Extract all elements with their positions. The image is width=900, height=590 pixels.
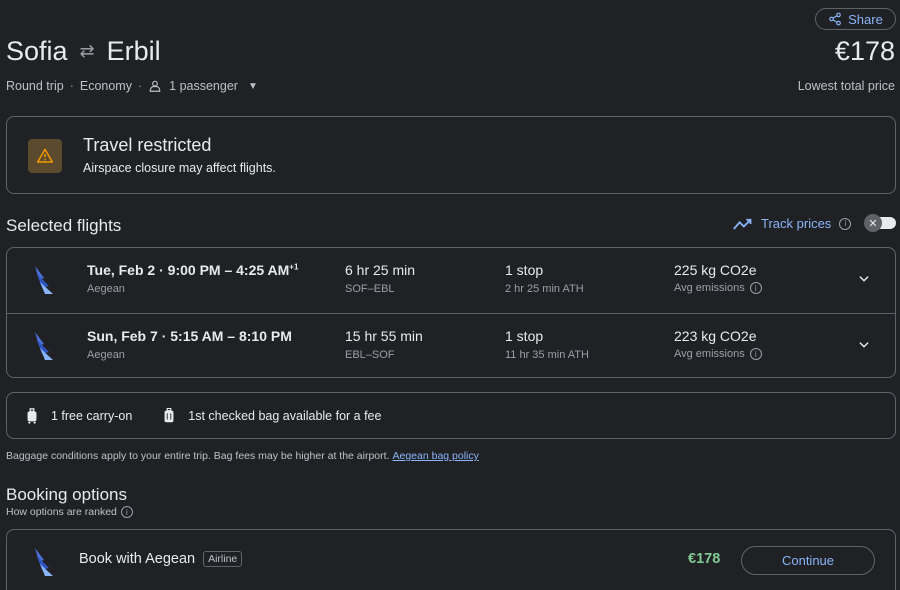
info-icon: i	[120, 506, 133, 518]
flight-date: Sun, Feb 7	[87, 328, 158, 344]
separator-dot: ·	[137, 79, 143, 93]
share-icon	[829, 12, 841, 26]
flight-duration: 6 hr 25 min	[345, 262, 416, 278]
airline-name: Aegean	[87, 349, 125, 361]
flight-times: Sun, Feb 7 · 5:15 AM – 8:10 PM	[87, 328, 292, 344]
chevron-down-icon[interactable]	[857, 272, 871, 286]
booking-provider: Book with Aegean Airline	[79, 551, 243, 567]
selected-flights-list: Tue, Feb 2 · 9:00 PM – 4:25 AM+1 Aegean …	[6, 247, 896, 378]
checked-bag-icon	[164, 407, 174, 422]
passenger-count: 1 passenger	[169, 79, 238, 93]
continue-button[interactable]: Continue	[741, 546, 875, 575]
emissions-note: Avg emissions i	[674, 348, 762, 360]
flight-emissions: 223 kg CO2e	[674, 328, 757, 344]
restriction-subtitle: Airspace closure may affect flights.	[83, 161, 276, 175]
destination-city: Erbil	[106, 36, 161, 66]
chevron-down-icon[interactable]	[857, 338, 871, 352]
plus-days: +1	[289, 262, 299, 272]
trend-icon	[733, 218, 752, 230]
airline-badge: Airline	[203, 551, 243, 567]
cabin-class: Economy	[79, 79, 132, 93]
booking-price: €178	[688, 551, 721, 567]
track-prices-toggle[interactable]: ✕	[864, 214, 896, 232]
flight-stops: 1 stop	[505, 262, 544, 278]
share-button[interactable]: Share	[815, 8, 896, 30]
trip-summary: Round trip · Economy · 1 passenger ▼	[6, 79, 258, 93]
passenger-selector[interactable]: 1 passenger ▼	[148, 79, 258, 93]
separator-dot: ·	[161, 328, 171, 344]
caret-down-icon: ▼	[247, 80, 258, 92]
baggage-note: Baggage conditions apply to your entire …	[6, 450, 479, 462]
separator-dot: ·	[159, 262, 168, 278]
aegean-logo-icon	[35, 548, 53, 576]
price-note: Lowest total price	[797, 79, 895, 93]
airline-name: Aegean	[87, 283, 125, 295]
emissions-note-label: Avg emissions	[674, 282, 745, 294]
info-icon[interactable]: i	[749, 282, 762, 294]
flight-row-outbound[interactable]: Tue, Feb 2 · 9:00 PM – 4:25 AM+1 Aegean …	[7, 248, 895, 313]
booking-options-title: Booking options	[6, 485, 127, 504]
route-title: Sofia ⇄ Erbil	[6, 36, 161, 67]
emissions-note-label: Avg emissions	[674, 348, 745, 360]
warning-icon-box	[28, 139, 62, 173]
aegean-logo-icon	[35, 332, 53, 360]
flight-duration: 15 hr 55 min	[345, 328, 423, 344]
bag-policy-link[interactable]: Aegean bag policy	[392, 450, 478, 462]
baggage-summary: 1 free carry-on 1st checked bag availabl…	[6, 392, 896, 439]
aegean-logo-icon	[35, 266, 53, 294]
track-prices-button[interactable]: Track prices i	[733, 216, 852, 231]
swap-arrows-icon: ⇄	[79, 41, 95, 61]
stop-detail: 2 hr 25 min ATH	[505, 283, 584, 295]
carry-on-bag-icon	[27, 407, 37, 424]
separator-dot: ·	[69, 79, 74, 93]
flight-emissions: 225 kg CO2e	[674, 262, 757, 278]
stop-detail: 11 hr 35 min ATH	[505, 349, 589, 361]
flight-time-range: 5:15 AM – 8:10 PM	[170, 328, 292, 344]
warning-icon	[37, 148, 53, 163]
booking-option-card: Book with Aegean Airline €178 Continue	[6, 529, 896, 590]
trip-type: Round trip	[6, 79, 64, 93]
checked-bag-info: 1st checked bag available for a fee	[162, 407, 382, 424]
carry-on-info: 1 free carry-on	[25, 407, 133, 424]
restriction-title: Travel restricted	[83, 135, 212, 155]
carry-on-label: 1 free carry-on	[51, 408, 133, 423]
flight-stops: 1 stop	[505, 328, 544, 344]
close-icon: ✕	[864, 214, 882, 232]
track-prices-label: Track prices	[761, 216, 832, 231]
booking-provider-label: Book with Aegean	[79, 551, 196, 567]
flight-time-range: 9:00 PM – 4:25 AM	[167, 262, 290, 278]
flight-date: Tue, Feb 2	[87, 262, 156, 278]
how-ranked-label: How options are ranked	[6, 506, 117, 518]
flight-times: Tue, Feb 2 · 9:00 PM – 4:25 AM+1	[87, 262, 298, 278]
flight-route: EBL–SOF	[345, 349, 395, 361]
person-icon	[149, 80, 161, 92]
origin-city: Sofia	[6, 36, 68, 66]
flight-row-return[interactable]: Sun, Feb 7 · 5:15 AM – 8:10 PM Aegean 15…	[7, 313, 895, 378]
info-icon[interactable]: i	[839, 217, 852, 230]
info-icon[interactable]: i	[749, 348, 762, 360]
total-price: €178	[834, 36, 895, 66]
baggage-note-text: Baggage conditions apply to your entire …	[6, 450, 390, 462]
travel-restriction-banner: Travel restricted Airspace closure may a…	[6, 116, 896, 194]
share-label: Share	[848, 11, 883, 27]
checked-bag-label: 1st checked bag available for a fee	[188, 408, 382, 423]
emissions-note: Avg emissions i	[674, 282, 762, 294]
selected-flights-title: Selected flights	[6, 216, 122, 235]
flight-route: SOF–EBL	[345, 283, 395, 295]
how-ranked-link[interactable]: How options are ranked i	[6, 506, 133, 518]
